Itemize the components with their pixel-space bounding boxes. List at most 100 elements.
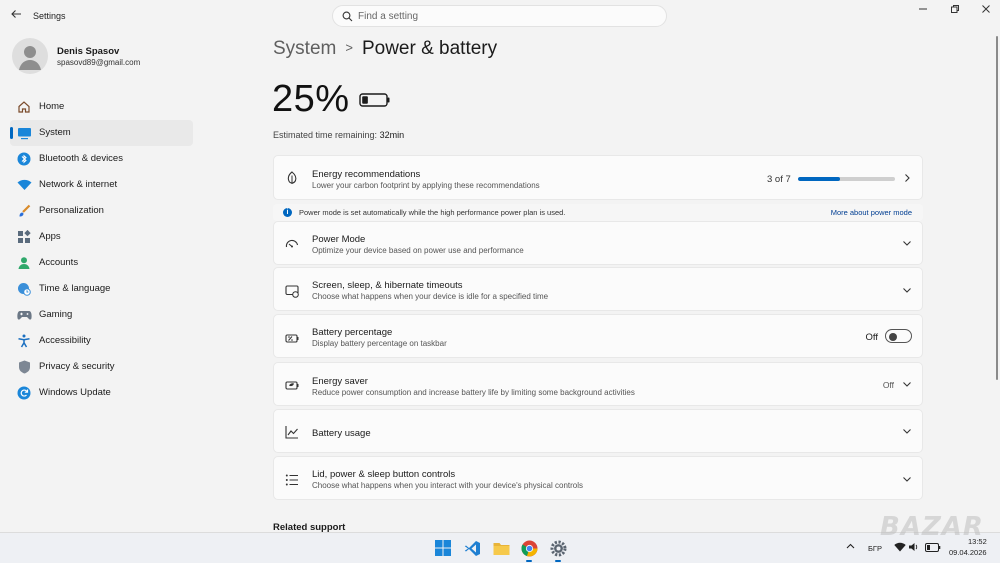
apps-icon bbox=[16, 229, 32, 245]
shield-icon bbox=[16, 359, 32, 375]
accessibility-icon bbox=[16, 333, 32, 349]
sidebar-item-label: System bbox=[39, 127, 71, 138]
recommendations-progress-fill bbox=[798, 177, 840, 181]
battery-percentage-toggle[interactable] bbox=[885, 329, 912, 343]
vscode-taskbar-icon[interactable] bbox=[462, 538, 482, 558]
watermark-logo: BAZAR bbox=[880, 512, 984, 542]
wifi-tray-icon[interactable] bbox=[894, 542, 906, 552]
lid-controls-card[interactable]: Lid, power & sleep button controls Choos… bbox=[273, 456, 923, 500]
lid-controls-title: Lid, power & sleep button controls bbox=[312, 469, 456, 480]
leaf-icon bbox=[287, 171, 297, 184]
info-icon: i bbox=[283, 208, 292, 217]
avatar[interactable] bbox=[12, 38, 48, 74]
sidebar-item-system[interactable]: System bbox=[10, 120, 193, 146]
gamepad-icon bbox=[16, 307, 32, 323]
sidebar-item-gaming[interactable]: Gaming bbox=[10, 302, 193, 328]
search-box[interactable] bbox=[332, 5, 667, 27]
brush-icon bbox=[16, 203, 32, 219]
windows-logo-icon bbox=[435, 540, 451, 556]
accounts-icon bbox=[16, 255, 32, 271]
sidebar-item-label: Accessibility bbox=[39, 335, 91, 346]
battery-icon bbox=[359, 93, 390, 107]
back-arrow-icon[interactable] bbox=[8, 8, 24, 24]
sidebar-item-label: Bluetooth & devices bbox=[39, 153, 123, 164]
energy-saver-state: Off bbox=[882, 380, 894, 390]
power-mode-card[interactable]: Power Mode Optimize your device based on… bbox=[273, 221, 923, 265]
sidebar-item-label: Windows Update bbox=[39, 387, 111, 398]
recommendations-progress-text: 3 of 7 bbox=[767, 174, 791, 185]
tray-overflow-chevron-icon[interactable] bbox=[846, 542, 855, 554]
sidebar-item-accounts[interactable]: Accounts bbox=[10, 250, 193, 276]
system-icon bbox=[16, 125, 32, 141]
info-text: Power mode is set automatically while th… bbox=[299, 208, 566, 217]
timeouts-card[interactable]: Screen, sleep, & hibernate timeouts Choo… bbox=[273, 267, 923, 311]
energy-saver-title: Energy saver bbox=[312, 376, 368, 387]
bluetooth-icon bbox=[16, 151, 32, 167]
sidebar-item-home[interactable]: Home bbox=[10, 94, 193, 120]
input-language-indicator[interactable]: БГР bbox=[868, 544, 882, 553]
chevron-down-icon bbox=[903, 477, 911, 482]
search-icon bbox=[342, 11, 353, 22]
home-icon bbox=[16, 99, 32, 115]
battery-percentage-subtitle: Display battery percentage on taskbar bbox=[312, 339, 447, 348]
estimated-time-value: 32min bbox=[379, 130, 405, 140]
profile-email: spasovd89@gmail.com bbox=[57, 58, 141, 67]
chrome-taskbar-icon[interactable] bbox=[519, 538, 539, 562]
sidebar-item-bluetooth[interactable]: Bluetooth & devices bbox=[10, 146, 193, 172]
breadcrumb: System > Power & battery bbox=[273, 38, 497, 60]
minimize-icon[interactable] bbox=[913, 4, 933, 18]
profile-name: Denis Spasov bbox=[57, 46, 120, 57]
speaker-tray-icon[interactable] bbox=[908, 542, 919, 552]
sidebar-item-label: Time & language bbox=[39, 283, 111, 294]
power-mode-info-bar: i Power mode is set automatically while … bbox=[273, 204, 923, 221]
chevron-down-icon bbox=[903, 382, 911, 387]
energy-recommendations-card[interactable]: Energy recommendations Lower your carbon… bbox=[273, 155, 923, 200]
energy-recommendations-subtitle: Lower your carbon footprint by applying … bbox=[312, 181, 540, 190]
chevron-down-icon bbox=[903, 241, 911, 246]
chevron-right-icon bbox=[905, 174, 910, 182]
battery-percentage-card: Battery percentage Display battery perce… bbox=[273, 314, 923, 358]
battery-percentage-title: Battery percentage bbox=[312, 327, 393, 338]
estimated-time-label: Estimated time remaining: bbox=[273, 130, 378, 140]
sidebar-item-privacy[interactable]: Privacy & security bbox=[10, 354, 193, 380]
energy-saver-subtitle: Reduce power consumption and increase ba… bbox=[312, 388, 635, 397]
chart-line-icon bbox=[285, 426, 298, 439]
sidebar-item-windows-update[interactable]: Windows Update bbox=[10, 380, 193, 406]
sidebar-item-accessibility[interactable]: Accessibility bbox=[10, 328, 193, 354]
sidebar-item-apps[interactable]: Apps bbox=[10, 224, 193, 250]
screen-sleep-icon bbox=[285, 285, 299, 298]
more-about-power-mode-link[interactable]: More about power mode bbox=[831, 208, 912, 217]
sidebar-item-label: Network & internet bbox=[39, 179, 118, 190]
update-icon bbox=[16, 385, 32, 401]
energy-saver-icon bbox=[285, 381, 299, 390]
battery-usage-card[interactable]: Battery usage bbox=[273, 409, 923, 453]
sidebar-item-label: Home bbox=[39, 101, 65, 112]
battery-percentage-state: Off bbox=[865, 332, 879, 343]
scrollbar[interactable] bbox=[996, 36, 998, 380]
power-mode-subtitle: Optimize your device based on power use … bbox=[312, 246, 524, 255]
file-explorer-taskbar-icon[interactable] bbox=[491, 538, 511, 558]
timeouts-title: Screen, sleep, & hibernate timeouts bbox=[312, 280, 463, 291]
list-icon bbox=[285, 474, 298, 486]
sidebar-item-label: Personalization bbox=[39, 205, 104, 216]
sidebar-item-network[interactable]: Network & internet bbox=[10, 172, 193, 198]
sidebar-item-time-language[interactable]: Time & language bbox=[10, 276, 193, 302]
close-icon[interactable] bbox=[976, 4, 996, 18]
battery-tray-icon[interactable] bbox=[925, 543, 941, 552]
restore-icon[interactable] bbox=[945, 4, 965, 18]
globe-clock-icon bbox=[16, 281, 32, 297]
sidebar-item-label: Gaming bbox=[39, 309, 73, 320]
breadcrumb-separator: > bbox=[345, 40, 353, 55]
start-button[interactable] bbox=[433, 538, 453, 558]
clock-date[interactable]: 09.04.2026 bbox=[949, 548, 987, 557]
sidebar-item-label: Privacy & security bbox=[39, 361, 115, 372]
breadcrumb-parent[interactable]: System bbox=[273, 38, 336, 59]
battery-usage-title: Battery usage bbox=[312, 428, 371, 439]
taskbar: БГР 13:52 09.04.2026 bbox=[0, 532, 1000, 563]
settings-taskbar-icon[interactable] bbox=[548, 538, 568, 562]
sidebar-item-personalization[interactable]: Personalization bbox=[10, 198, 193, 224]
energy-saver-card[interactable]: Energy saver Reduce power consumption an… bbox=[273, 362, 923, 406]
timeouts-subtitle: Choose what happens when your device is … bbox=[312, 292, 549, 301]
estimated-time-remaining: Estimated time remaining: 32min bbox=[273, 130, 404, 140]
search-input[interactable] bbox=[358, 9, 658, 24]
